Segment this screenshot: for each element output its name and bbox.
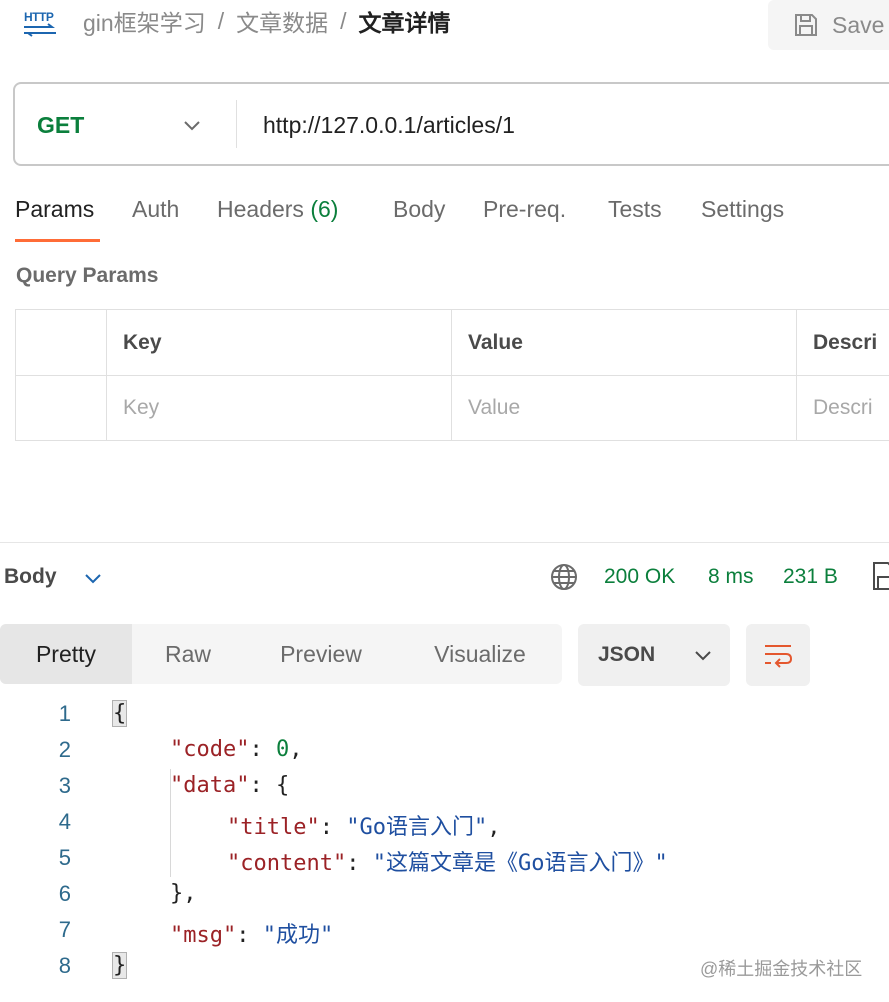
line-number: 3 — [58, 773, 71, 798]
query-params-table: Key Value Descri Key Value Descri — [15, 309, 889, 441]
row-checkbox-cell[interactable] — [16, 376, 107, 440]
chevron-down-icon[interactable] — [82, 568, 104, 590]
view-pretty[interactable]: Pretty — [0, 624, 132, 684]
save-response-icon[interactable] — [872, 561, 889, 591]
json-string: "这篇文章是《Go语言入门》" — [372, 851, 668, 876]
save-button[interactable]: Save — [768, 0, 889, 50]
tab-headers[interactable]: Headers (6) — [217, 196, 338, 223]
code-line: 6 }, — [0, 877, 889, 913]
value-input[interactable]: Value — [452, 376, 797, 440]
description-input[interactable]: Descri — [797, 376, 889, 440]
url-bar: GET http://127.0.0.1/articles/1 — [13, 82, 889, 166]
http-request-icon: HTTP — [22, 6, 60, 38]
watermark: @稀土掘金技术社区 — [700, 959, 863, 979]
line-number: 2 — [58, 737, 71, 762]
tab-body[interactable]: Body — [393, 196, 445, 223]
line-number: 1 — [58, 701, 71, 726]
json-string: "Go语言入门" — [346, 815, 488, 840]
key-input[interactable]: Key — [107, 376, 452, 440]
chevron-down-icon — [695, 651, 711, 661]
column-header-value: Value — [452, 310, 797, 376]
url-divider — [236, 100, 237, 148]
column-header-key: Key — [107, 310, 452, 376]
json-key: "content" — [227, 851, 347, 876]
wrap-lines-icon — [765, 645, 793, 668]
wrap-lines-button[interactable] — [746, 624, 810, 686]
tab-tests[interactable]: Tests — [608, 196, 662, 223]
breadcrumb: gin框架学习 / 文章数据 / 文章详情 — [83, 4, 450, 38]
line-number: 7 — [58, 917, 71, 942]
tab-params[interactable]: Params — [15, 196, 94, 223]
line-number: 5 — [58, 845, 71, 870]
active-tab-indicator — [15, 239, 100, 242]
breadcrumb-request[interactable]: 文章详情 — [358, 4, 450, 38]
view-mode-tabs: Pretty Raw Preview Visualize — [0, 624, 562, 684]
save-icon — [795, 14, 817, 36]
query-params-title: Query Params — [16, 264, 159, 287]
tab-auth[interactable]: Auth — [132, 196, 179, 223]
json-string: "成功" — [262, 923, 334, 948]
view-preview[interactable]: Preview — [244, 624, 398, 684]
tab-settings[interactable]: Settings — [701, 196, 784, 223]
tab-headers-label: Headers — [217, 196, 304, 222]
status-code[interactable]: 200 OK — [604, 565, 675, 589]
response-size[interactable]: 231 B — [783, 565, 838, 589]
chevron-down-icon[interactable] — [181, 114, 203, 136]
method-select[interactable]: GET — [37, 112, 84, 139]
line-number: 6 — [58, 881, 71, 906]
breadcrumb-separator: / — [340, 7, 347, 34]
view-raw[interactable]: Raw — [132, 624, 244, 684]
headers-count-badge: (6) — [310, 196, 339, 222]
response-body-label[interactable]: Body — [4, 565, 57, 589]
view-visualize[interactable]: Visualize — [398, 624, 562, 684]
code-line: 1 { — [0, 697, 889, 733]
tab-pre-request[interactable]: Pre-req. — [483, 196, 566, 223]
response-time[interactable]: 8 ms — [708, 565, 754, 589]
line-number: 8 — [58, 953, 71, 978]
json-number: 0 — [275, 737, 290, 762]
breadcrumb-collection[interactable]: gin框架学习 — [83, 4, 206, 38]
code-line: 7 "msg": "成功" — [0, 913, 889, 949]
code-line: 5 "content": "这篇文章是《Go语言入门》" — [0, 841, 889, 877]
format-select[interactable]: JSON — [578, 624, 730, 686]
response-divider[interactable] — [0, 542, 889, 543]
json-key: "data" — [170, 773, 250, 798]
column-header-description: Descri — [797, 310, 889, 376]
line-number: 4 — [58, 809, 71, 834]
url-input[interactable]: http://127.0.0.1/articles/1 — [263, 112, 515, 139]
format-label: JSON — [598, 643, 656, 666]
save-label: Save — [832, 11, 885, 38]
breadcrumb-separator: / — [217, 7, 225, 34]
code-line: 3 "data": { — [0, 769, 889, 805]
checkbox-column-header — [16, 310, 107, 376]
json-key: "msg" — [170, 923, 237, 948]
code-line: 4 "title": "Go语言入门", — [0, 805, 889, 841]
globe-icon[interactable] — [549, 562, 579, 592]
breadcrumb-folder[interactable]: 文章数据 — [236, 4, 328, 38]
code-line: 2 "code": 0, — [0, 733, 889, 769]
json-key: "title" — [227, 815, 320, 840]
json-key: "code" — [170, 737, 250, 762]
